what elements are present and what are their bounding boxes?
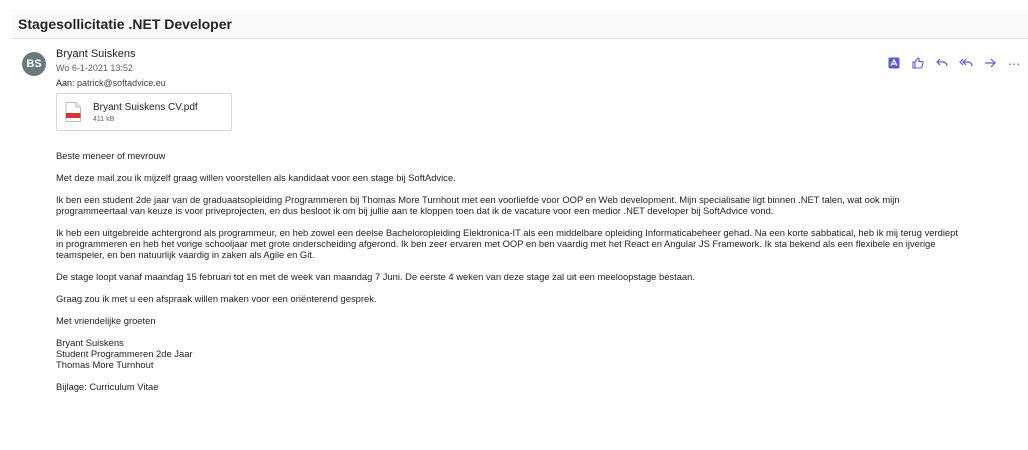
reply-icon[interactable]	[934, 55, 950, 71]
sender-avatar[interactable]: BS	[22, 52, 46, 76]
email-body: Beste meneer of mevrouw Met deze mail zo…	[56, 150, 1024, 403]
paragraph-intro: Met deze mail zou ik mijzelf graag wille…	[56, 172, 456, 183]
recipient-address[interactable]: patrick@softadvice.eu	[77, 78, 166, 88]
sender-name[interactable]: Bryant Suiskens	[56, 48, 135, 60]
more-icon[interactable]: ···	[1006, 55, 1022, 71]
email-subject: Stagesollicitatie .NET Developer	[18, 16, 232, 32]
paragraph-line: in programmeren en heb het vorige school…	[56, 238, 936, 249]
signature-school: Thomas More Turnhout	[56, 359, 154, 370]
thumbs-up-icon[interactable]	[910, 55, 926, 71]
paragraph-experience: Ik heb een uitgebreide achtergrond als p…	[56, 227, 1024, 260]
paragraph-line: programmeertaal van keuze is voor privep…	[56, 205, 774, 216]
closing: Met vriendelijke groeten	[56, 315, 156, 326]
paragraph-background: Ik ben een student 2de jaar van de gradu…	[56, 194, 1024, 216]
attachment-size: 411 kB	[93, 116, 115, 123]
pdf-file-icon	[65, 102, 81, 122]
signature: Bryant Suiskens Student Programmeren 2de…	[56, 337, 1024, 370]
signature-name: Bryant Suiskens	[56, 337, 124, 348]
paragraph-line: teamspeler, en ben natuurlijk vaardig in…	[56, 249, 315, 260]
recipient-line: Aan: patrick@softadvice.eu	[56, 78, 166, 88]
paragraph-line: Ik ben een student 2de jaar van de gradu…	[56, 194, 900, 205]
greeting: Beste meneer of mevrouw	[56, 150, 166, 161]
attachment-card[interactable]: Bryant Suiskens CV.pdf 411 kB	[56, 93, 232, 131]
pdf-icon[interactable]	[886, 55, 902, 71]
forward-icon[interactable]	[982, 55, 998, 71]
attachment-note: Bijlage: Curriculum Vitae	[56, 381, 159, 392]
reply-all-icon[interactable]	[958, 55, 974, 71]
attachment-name: Bryant Suiskens CV.pdf	[93, 102, 198, 113]
paragraph-line: Ik heb een uitgebreide achtergrond als p…	[56, 227, 958, 238]
subject-bar: Stagesollicitatie .NET Developer	[12, 10, 1028, 39]
paragraph-dates: De stage loopt vanaf maandag 15 februari…	[56, 271, 695, 282]
sent-date: Wo 6-1-2021 13:52	[56, 63, 133, 73]
message-actions: ···	[886, 55, 1022, 71]
recipient-label: Aan:	[56, 78, 75, 88]
signature-role: Student Programmeren 2de Jaar	[56, 348, 193, 359]
paragraph-request: Graag zou ik met u een afspraak willen m…	[56, 293, 377, 304]
